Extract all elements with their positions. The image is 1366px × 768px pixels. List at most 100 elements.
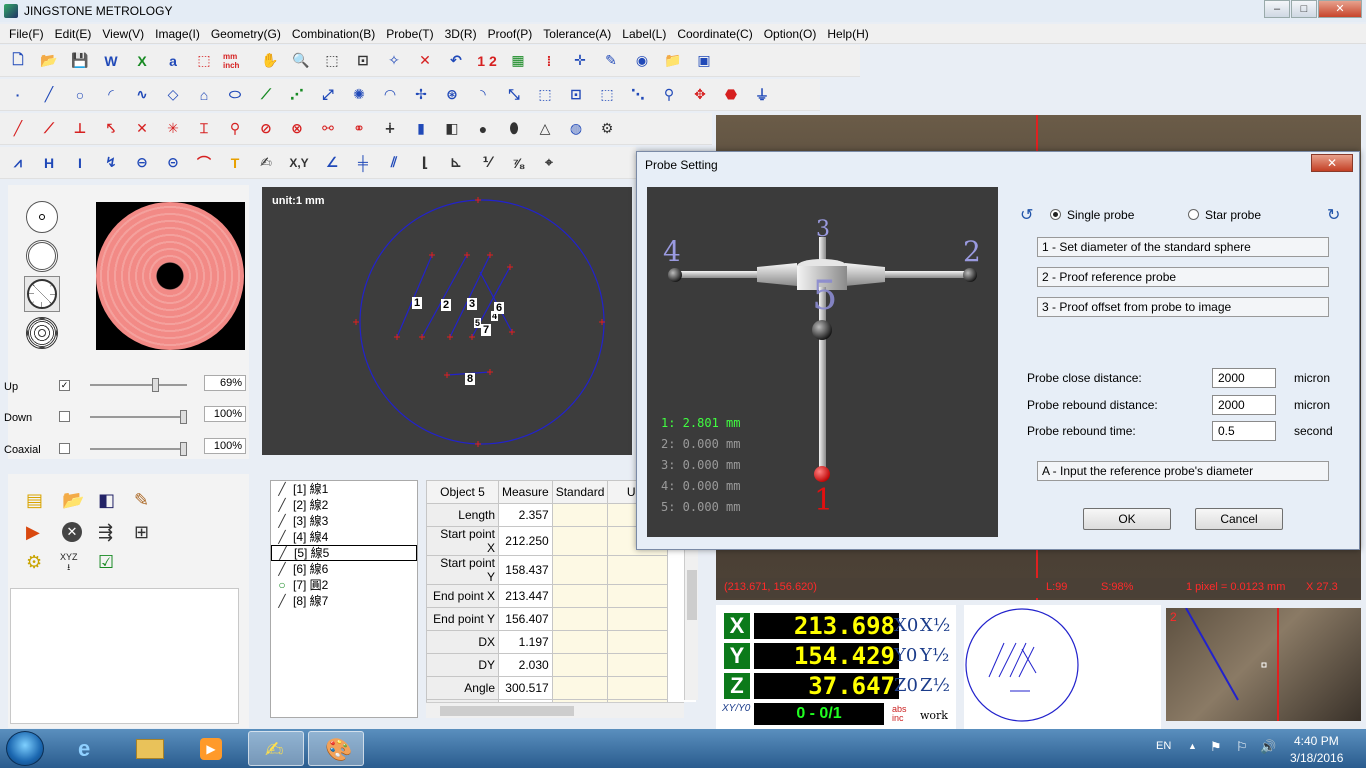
menu-probe[interactable]: Probe(T) bbox=[386, 27, 433, 41]
zoom-icon[interactable]: 🔍 bbox=[289, 49, 313, 73]
input-reference-diameter-button[interactable]: A - Input the reference probe's diameter bbox=[1037, 461, 1329, 481]
text-tool-icon[interactable]: T bbox=[223, 151, 247, 175]
ellipse-tool-icon[interactable]: ⬭ bbox=[223, 83, 247, 107]
rebound-time-field[interactable]: 0.5 bbox=[1212, 421, 1276, 441]
dot-grid-icon[interactable]: ⁞ bbox=[537, 49, 561, 73]
y-zero-button[interactable]: Y0 bbox=[894, 645, 917, 666]
light-up-slider[interactable] bbox=[90, 378, 187, 392]
cross-line-icon[interactable]: ╪ bbox=[351, 151, 375, 175]
light-up-checkbox[interactable]: ✓ bbox=[59, 380, 70, 391]
rotate-left-icon[interactable]: ↺ bbox=[1020, 205, 1033, 225]
image-icon[interactable]: ▣ bbox=[692, 49, 716, 73]
edit-icon[interactable]: ✎ bbox=[599, 49, 623, 73]
row-standard[interactable] bbox=[551, 653, 609, 677]
edge-line-icon[interactable]: ⋰ bbox=[285, 83, 309, 107]
globe-icon[interactable]: ◍ bbox=[564, 117, 588, 141]
row-upper[interactable] bbox=[607, 555, 669, 585]
rect-tool-icon[interactable]: ◇ bbox=[161, 83, 185, 107]
tangent-icon[interactable]: ⤣ bbox=[99, 117, 123, 141]
row-standard[interactable] bbox=[551, 676, 609, 700]
tree-item[interactable]: ╱ [2] 線2 bbox=[271, 497, 417, 513]
light-coaxial-slider[interactable] bbox=[90, 442, 187, 456]
clear-icon[interactable]: ✎ bbox=[134, 490, 149, 511]
single-probe-radio[interactable] bbox=[1050, 209, 1061, 220]
delete-icon[interactable]: ✕ bbox=[413, 49, 437, 73]
stop-run-icon[interactable]: ✕ bbox=[62, 522, 82, 542]
hand-icon[interactable]: ✋ bbox=[258, 49, 282, 73]
menu-edit[interactable]: Edit(E) bbox=[55, 27, 92, 41]
x-zero-button[interactable]: X0 bbox=[894, 615, 918, 636]
row-upper[interactable] bbox=[607, 630, 669, 654]
probe-tool-icon[interactable]: ⚙ bbox=[595, 117, 619, 141]
select-box-icon[interactable]: ⬚ bbox=[320, 49, 344, 73]
row-standard[interactable] bbox=[551, 630, 609, 654]
menu-label[interactable]: Label(L) bbox=[622, 27, 666, 41]
excel-export-icon[interactable]: X bbox=[130, 49, 154, 73]
table-row[interactable]: DX 1.197 bbox=[426, 630, 669, 654]
pdf-export-icon[interactable]: ⬚ bbox=[192, 49, 216, 73]
curve-tool-icon[interactable]: ∿ bbox=[130, 83, 154, 107]
action-center-icon[interactable]: ⚐ bbox=[1236, 739, 1248, 755]
column-icon[interactable]: ▮ bbox=[409, 117, 433, 141]
row-standard[interactable] bbox=[551, 555, 609, 585]
set-sphere-diameter-button[interactable]: 1 - Set diameter of the standard sphere bbox=[1037, 237, 1329, 257]
auto-edge-icon[interactable]: ⟋ bbox=[254, 83, 278, 107]
circle-link-icon[interactable]: ⚯ bbox=[316, 117, 340, 141]
row-upper[interactable] bbox=[607, 607, 669, 631]
point-icon[interactable]: · bbox=[6, 83, 30, 107]
light-ring-icon[interactable] bbox=[26, 240, 58, 272]
volume-icon[interactable]: 🔊 bbox=[1260, 739, 1276, 755]
menu-option[interactable]: Option(O) bbox=[764, 27, 817, 41]
table-row[interactable]: Length 2.357 bbox=[426, 503, 669, 527]
move-icon[interactable]: ✥ bbox=[688, 83, 712, 107]
menu-tolerance[interactable]: Tolerance(A) bbox=[543, 27, 611, 41]
dialog-close-button[interactable]: ✕ bbox=[1311, 154, 1353, 172]
z-half-button[interactable]: Z½ bbox=[920, 675, 950, 696]
save-icon[interactable]: 💾 bbox=[68, 49, 92, 73]
program-output[interactable] bbox=[10, 588, 239, 724]
row-standard[interactable] bbox=[551, 607, 609, 631]
pick-point-icon[interactable]: ✧ bbox=[382, 49, 406, 73]
folder-edit-icon[interactable]: 📁 bbox=[661, 49, 685, 73]
box-scan-icon[interactable]: ⬚ bbox=[533, 83, 557, 107]
close-distance-field[interactable]: 2000 bbox=[1212, 368, 1276, 388]
pen-icon[interactable]: ✍ bbox=[254, 151, 278, 175]
light-single-icon[interactable] bbox=[26, 201, 58, 233]
intersect-icon[interactable]: ✕ bbox=[130, 117, 154, 141]
sphere-icon[interactable]: ● bbox=[471, 117, 495, 141]
row-standard[interactable] bbox=[551, 526, 609, 556]
offset-icon[interactable]: ∔ bbox=[378, 117, 402, 141]
tree-item[interactable]: ╱ [8] 線7 bbox=[271, 593, 417, 609]
drawing-canvas[interactable]: unit:1 mm 1 2 3 4 5 6 7 8 bbox=[262, 187, 632, 455]
ok-button[interactable]: OK bbox=[1083, 508, 1171, 530]
clock-time[interactable]: 4:40 PM bbox=[1294, 734, 1339, 748]
open-program-icon[interactable]: 📂 bbox=[62, 490, 84, 511]
diameter-dim-icon[interactable]: ⊝ bbox=[161, 151, 185, 175]
menu-coordinate[interactable]: Coordinate(C) bbox=[677, 27, 752, 41]
settings-icon[interactable]: ⚙ bbox=[26, 552, 42, 573]
unit-toggle-button[interactable]: mm inch bbox=[223, 49, 251, 73]
datum-icon[interactable]: ⌊ bbox=[413, 151, 437, 175]
text-export-icon[interactable]: a bbox=[161, 49, 185, 73]
camera-icon[interactable]: ◉ bbox=[630, 49, 654, 73]
curve-scan-icon[interactable]: ⤡ bbox=[502, 83, 526, 107]
y-half-button[interactable]: Y½ bbox=[920, 645, 949, 666]
line-tool-icon[interactable]: ╱ bbox=[37, 83, 61, 107]
tree-item[interactable]: ╱ [3] 線3 bbox=[271, 513, 417, 529]
taskbar-explorer[interactable] bbox=[122, 731, 178, 766]
maximize-button[interactable]: □ bbox=[1291, 0, 1317, 18]
menu-3d[interactable]: 3D(R) bbox=[445, 27, 477, 41]
radius-dim-icon[interactable]: ⊖ bbox=[130, 151, 154, 175]
language-indicator[interactable]: EN bbox=[1156, 740, 1171, 752]
cross-line-2-icon[interactable]: ⫽ bbox=[382, 151, 406, 175]
menu-geometry[interactable]: Geometry(G) bbox=[211, 27, 281, 41]
z-zero-button[interactable]: Z0 bbox=[894, 675, 918, 696]
object-tree[interactable]: ╱ [1] 線1 ╱ [2] 線2 ╱ [3] 線3 ╱ [4] 線4 ╱ [5] 線5 ╱ [6] … bbox=[270, 480, 418, 718]
circle-scan-icon[interactable]: ⊛ bbox=[440, 83, 464, 107]
zoom-window-icon[interactable]: ⊡ bbox=[351, 49, 375, 73]
table-row[interactable]: End point X 213.447 bbox=[426, 584, 669, 608]
midline-icon[interactable]: ⌶ bbox=[192, 117, 216, 141]
minimize-button[interactable]: – bbox=[1264, 0, 1290, 18]
table-row[interactable]: Start point X 212.250 bbox=[426, 526, 669, 556]
table-row[interactable]: DY 2.030 bbox=[426, 653, 669, 677]
